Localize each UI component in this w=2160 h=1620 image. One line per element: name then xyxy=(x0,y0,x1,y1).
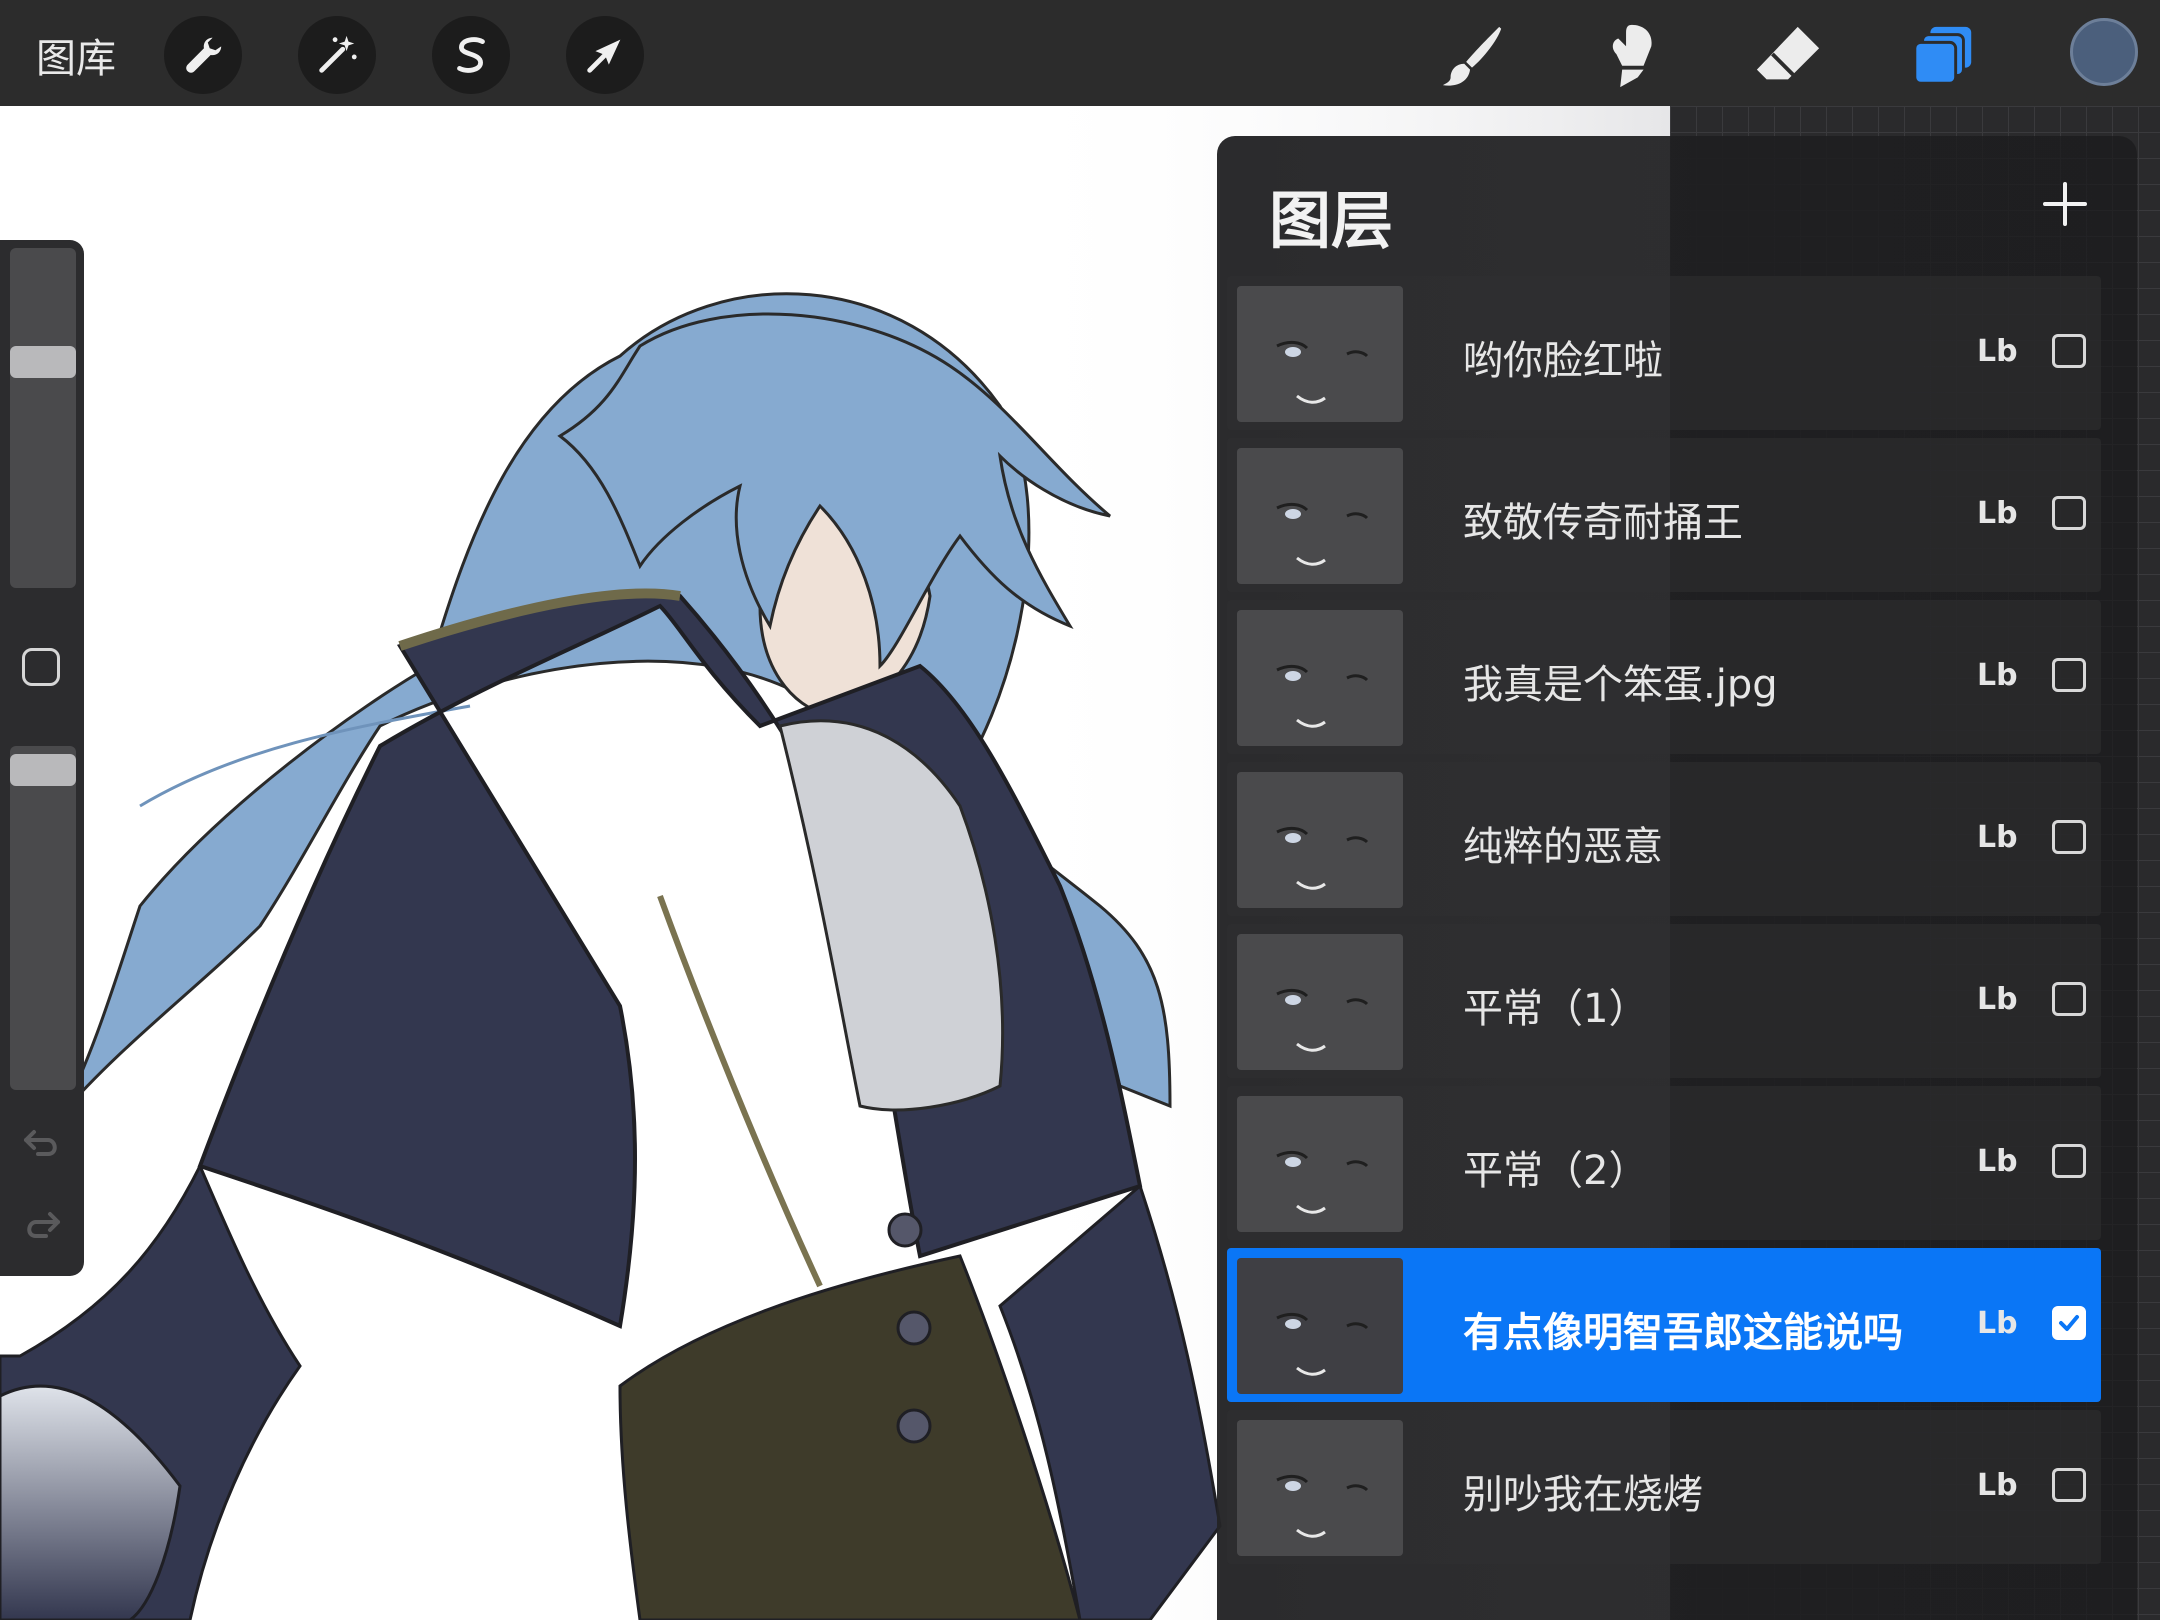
modify-button[interactable] xyxy=(22,648,60,686)
layer-row[interactable]: 别吵我在烧烤 Lb xyxy=(1227,1410,2101,1564)
top-toolbar: 图库 xyxy=(0,0,2160,106)
eraser-icon xyxy=(1756,26,1820,80)
opacity-handle[interactable] xyxy=(10,754,76,786)
layer-blend-mode-button[interactable]: Lb xyxy=(1977,820,2018,855)
layer-visibility-checkbox[interactable] xyxy=(2052,1468,2086,1502)
undo-icon[interactable] xyxy=(20,1120,64,1164)
layer-visibility-checkbox[interactable] xyxy=(2052,1306,2086,1340)
brush-tool-button[interactable] xyxy=(1436,20,1508,92)
layers-icon xyxy=(1913,26,1972,85)
wrench-icon xyxy=(186,37,222,73)
layer-thumbnail[interactable] xyxy=(1237,1420,1403,1556)
layer-blend-mode-button[interactable]: Lb xyxy=(1977,1468,2018,1503)
layer-blend-mode-button[interactable]: Lb xyxy=(1977,1306,2018,1341)
redo-icon[interactable] xyxy=(20,1202,64,1246)
layer-row[interactable]: 我真是个笨蛋.jpg Lb xyxy=(1227,600,2101,754)
layer-blend-mode-button[interactable]: Lb xyxy=(1977,496,2018,531)
smudge-finger-icon xyxy=(1612,24,1652,88)
opacity-slider[interactable] xyxy=(10,746,76,1090)
actions-button[interactable] xyxy=(164,16,242,94)
layers-panel: 图层 哟你脸红啦 Lb 致敬传奇耐捅王 Lb 我真是个笨蛋.jpg Lb 纯粹的恶意 Lb 平常… xyxy=(1217,136,2137,1620)
adjustments-button[interactable] xyxy=(298,16,376,94)
layer-name: 平常（1） xyxy=(1463,986,1649,1032)
layer-thumbnail[interactable] xyxy=(1237,772,1403,908)
layer-blend-mode-button[interactable]: Lb xyxy=(1977,982,2018,1017)
layer-visibility-checkbox[interactable] xyxy=(2052,658,2086,692)
layer-name: 我真是个笨蛋.jpg xyxy=(1463,662,1778,708)
brush-icon xyxy=(1442,26,1502,86)
transform-button[interactable] xyxy=(566,16,644,94)
layer-thumbnail[interactable] xyxy=(1237,286,1403,422)
layer-row[interactable]: 致敬传奇耐捅王 Lb xyxy=(1227,438,2101,592)
layer-visibility-checkbox[interactable] xyxy=(2052,496,2086,530)
arrow-cursor-icon xyxy=(587,39,621,73)
layer-thumbnail[interactable] xyxy=(1237,1258,1403,1394)
eraser-tool-button[interactable] xyxy=(1752,20,1824,92)
layer-name: 平常（2） xyxy=(1463,1148,1649,1194)
gallery-button[interactable]: 图库 xyxy=(36,26,116,84)
layer-thumbnail[interactable] xyxy=(1237,610,1403,746)
layer-row[interactable]: 平常（2） Lb xyxy=(1227,1086,2101,1240)
layer-name: 哟你脸红啦 xyxy=(1463,338,1663,384)
layer-visibility-checkbox[interactable] xyxy=(2052,1144,2086,1178)
layer-name: 别吵我在烧烤 xyxy=(1463,1472,1703,1518)
magic-wand-icon xyxy=(319,35,357,73)
brush-size-handle[interactable] xyxy=(10,346,76,378)
layers-tool-button[interactable] xyxy=(1908,20,1980,92)
layer-name: 致敬传奇耐捅王 xyxy=(1463,500,1743,546)
layer-thumbnail[interactable] xyxy=(1237,934,1403,1070)
layer-row[interactable]: 平常（1） Lb xyxy=(1227,924,2101,1078)
color-picker-button[interactable] xyxy=(2070,18,2138,86)
layer-row[interactable]: 有点像明智吾郎这能说吗 Lb xyxy=(1227,1248,2101,1402)
layers-panel-title: 图层 xyxy=(1269,184,1394,257)
selection-s-icon xyxy=(457,37,485,73)
add-layer-button[interactable] xyxy=(2037,176,2093,232)
layer-thumbnail[interactable] xyxy=(1237,1096,1403,1232)
selection-button[interactable] xyxy=(432,16,510,94)
layer-row[interactable]: 纯粹的恶意 Lb xyxy=(1227,762,2101,916)
smudge-tool-button[interactable] xyxy=(1592,20,1664,92)
layer-visibility-checkbox[interactable] xyxy=(2052,982,2086,1016)
left-sidebar xyxy=(0,240,84,1276)
brush-size-slider[interactable] xyxy=(10,248,76,588)
layer-row[interactable]: 哟你脸红啦 Lb xyxy=(1227,276,2101,430)
layer-name: 纯粹的恶意 xyxy=(1463,824,1663,870)
layer-blend-mode-button[interactable]: Lb xyxy=(1977,658,2018,693)
layer-blend-mode-button[interactable]: Lb xyxy=(1977,334,2018,369)
layer-visibility-checkbox[interactable] xyxy=(2052,820,2086,854)
checkmark-icon xyxy=(2059,1315,2079,1331)
layer-visibility-checkbox[interactable] xyxy=(2052,334,2086,368)
layer-blend-mode-button[interactable]: Lb xyxy=(1977,1144,2018,1179)
layer-thumbnail[interactable] xyxy=(1237,448,1403,584)
layer-name: 有点像明智吾郎这能说吗 xyxy=(1463,1310,1903,1356)
